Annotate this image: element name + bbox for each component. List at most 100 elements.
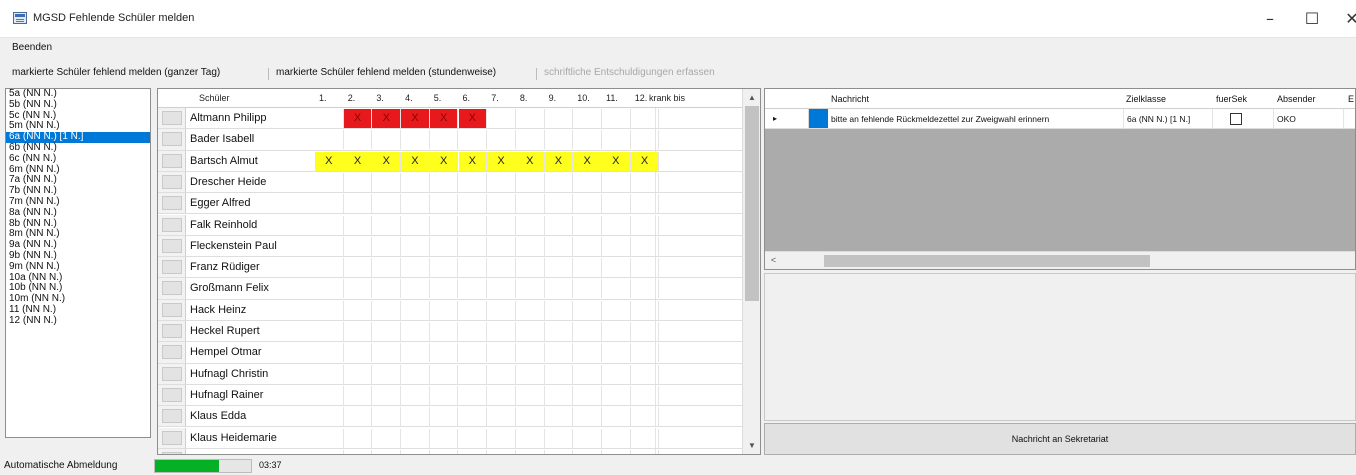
student-name[interactable]: Heckel Rupert xyxy=(188,321,260,341)
sick-until-cell[interactable] xyxy=(655,214,742,235)
period-cell[interactable] xyxy=(459,130,488,150)
period-cell[interactable] xyxy=(315,258,344,278)
row-header[interactable] xyxy=(158,129,186,150)
period-cell[interactable] xyxy=(344,385,373,405)
row-select-button[interactable] xyxy=(162,174,182,189)
row-header[interactable]: ▸ xyxy=(765,109,809,128)
period-cell[interactable] xyxy=(459,258,488,278)
period-cell[interactable] xyxy=(344,449,373,454)
student-row[interactable]: Franz Rüdiger xyxy=(158,257,742,279)
period-cell[interactable] xyxy=(573,343,602,363)
student-name[interactable]: Hufnagl Christin xyxy=(188,364,268,384)
period-cell[interactable] xyxy=(430,279,459,299)
period-cell[interactable] xyxy=(401,130,430,150)
vertical-scrollbar[interactable]: ▲ ▼ xyxy=(742,89,760,454)
period-cell[interactable] xyxy=(573,172,602,192)
class-list[interactable]: 5a (NN N.) 5b (NN N.) 5c (NN N.) 5m (NN N.)… xyxy=(5,88,151,438)
period-cell[interactable] xyxy=(545,407,574,427)
period-cell[interactable] xyxy=(372,130,402,150)
class-list-item[interactable]: 5b (NN N.) xyxy=(6,99,150,111)
student-name[interactable]: Kuhn Karin xyxy=(188,449,244,454)
period-cell[interactable] xyxy=(401,194,430,214)
period-cell[interactable] xyxy=(573,279,602,299)
row-header[interactable] xyxy=(158,150,186,171)
sick-until-cell[interactable] xyxy=(655,321,742,342)
period-cell[interactable] xyxy=(459,428,488,448)
column-header-period[interactable]: 2. xyxy=(348,89,356,108)
period-cell[interactable] xyxy=(573,322,602,341)
period-cell[interactable] xyxy=(315,279,344,299)
period-cell[interactable] xyxy=(516,109,545,128)
message-sender-cell[interactable]: OKO xyxy=(1274,109,1344,129)
column-header-period[interactable]: 9. xyxy=(549,89,557,108)
period-cell[interactable] xyxy=(487,258,516,278)
message-target-class-cell[interactable]: 6a (NN N.) [1 N.] xyxy=(1124,109,1213,129)
period-cell[interactable] xyxy=(545,258,574,278)
period-cell[interactable] xyxy=(459,343,488,363)
period-cell[interactable] xyxy=(516,300,545,320)
row-select-button[interactable] xyxy=(162,111,182,125)
period-cell[interactable] xyxy=(516,428,545,448)
period-cell[interactable] xyxy=(487,300,516,320)
period-cell[interactable] xyxy=(372,300,402,320)
period-cell[interactable] xyxy=(401,215,430,235)
period-cell[interactable] xyxy=(573,300,602,320)
period-cell[interactable] xyxy=(344,215,373,235)
period-cell[interactable] xyxy=(401,322,430,341)
student-row[interactable]: Klaus Edda xyxy=(158,406,742,428)
student-grid[interactable]: Schüler krank bis 1. 2. 3. 4. 5. 6. 7. 8. 9. 10. 1… xyxy=(157,88,761,455)
period-cell[interactable] xyxy=(315,109,344,128)
student-name[interactable]: Altmann Philipp xyxy=(188,108,266,128)
period-cell[interactable]: X xyxy=(573,151,602,171)
period-cell[interactable] xyxy=(401,300,430,320)
period-cell[interactable] xyxy=(372,236,402,256)
period-cell[interactable] xyxy=(315,385,344,405)
period-cell[interactable] xyxy=(430,364,459,384)
scroll-up-icon[interactable]: ▲ xyxy=(743,89,760,106)
student-name[interactable]: Fleckenstein Paul xyxy=(188,236,277,256)
period-cell[interactable] xyxy=(516,407,545,427)
period-cell[interactable] xyxy=(487,109,516,128)
period-cell[interactable] xyxy=(545,364,574,384)
period-cell[interactable] xyxy=(516,364,545,384)
send-to-secretary-button[interactable]: Nachricht an Sekretariat xyxy=(764,423,1356,455)
period-cell[interactable] xyxy=(573,215,602,235)
message-text-cell[interactable]: bitte an fehlende Rückmeldezettel zur Zw… xyxy=(828,109,1124,129)
row-header[interactable] xyxy=(158,427,186,448)
period-cell[interactable]: X xyxy=(429,151,459,171)
student-name[interactable]: Bartsch Almut xyxy=(188,151,258,171)
scroll-left-icon[interactable]: < xyxy=(765,252,782,269)
period-cell[interactable] xyxy=(344,258,373,278)
class-list-item[interactable]: 8a (NN N.) xyxy=(6,207,150,219)
column-header-period[interactable]: 5. xyxy=(434,89,442,108)
period-cell[interactable] xyxy=(401,385,430,405)
period-cell[interactable] xyxy=(602,215,631,235)
row-select-button[interactable] xyxy=(162,132,182,147)
row-select-button[interactable] xyxy=(162,366,182,381)
period-cell[interactable] xyxy=(315,236,344,256)
row-select-button[interactable] xyxy=(162,387,182,402)
report-hourly-button[interactable]: markierte Schüler fehlend melden (stunde… xyxy=(276,67,496,78)
period-cell[interactable] xyxy=(459,449,488,454)
period-cell[interactable] xyxy=(430,172,459,192)
period-cell[interactable] xyxy=(602,407,631,427)
student-name[interactable]: Drescher Heide xyxy=(188,172,266,192)
sick-until-cell[interactable] xyxy=(655,257,742,278)
period-cell[interactable] xyxy=(372,364,402,384)
row-select-button[interactable] xyxy=(162,302,182,317)
period-cell[interactable] xyxy=(401,236,430,256)
period-cell[interactable] xyxy=(459,236,488,256)
period-cell[interactable] xyxy=(573,109,602,128)
period-cell[interactable]: X xyxy=(343,109,373,128)
class-list-item[interactable]: 12 (NN N.) xyxy=(6,315,150,327)
period-cell[interactable] xyxy=(344,172,373,192)
period-cell[interactable]: X xyxy=(458,151,488,171)
period-cell[interactable] xyxy=(344,300,373,320)
column-header-period[interactable]: 6. xyxy=(463,89,471,108)
report-full-day-button[interactable]: markierte Schüler fehlend melden (ganzer… xyxy=(12,67,220,78)
period-cell[interactable] xyxy=(430,449,459,454)
class-list-item[interactable]: 9m (NN N.) xyxy=(6,261,150,273)
period-cell[interactable] xyxy=(516,215,545,235)
student-name[interactable]: Großmann Felix xyxy=(188,278,269,298)
written-excuses-button[interactable]: schriftliche Entschuldigungen erfassen xyxy=(544,67,715,78)
